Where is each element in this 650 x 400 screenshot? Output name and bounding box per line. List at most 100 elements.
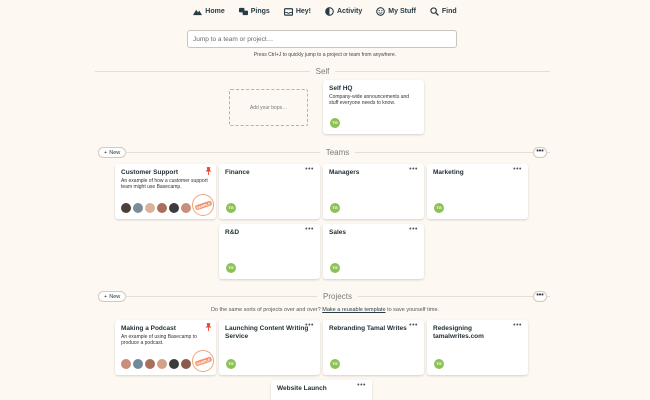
card-title: Managers	[329, 169, 360, 176]
team-card-finance[interactable]: Finance ••• TG	[219, 164, 320, 219]
project-card-website-launch[interactable]: Website Launch •••	[271, 380, 372, 400]
avatar: TG	[434, 359, 444, 369]
card-title: Launching Content Writing Service	[225, 325, 309, 340]
projects-divider: Projects	[95, 291, 550, 301]
avatar	[121, 359, 131, 369]
card-title: Rebranding Tamal Writes	[329, 325, 407, 332]
avatar: TG	[226, 359, 236, 369]
top-nav: Home Pings Hey! Activity My Stuff Find	[0, 4, 650, 18]
card-description: An example of how a customer support tea…	[121, 178, 208, 191]
team-card-managers[interactable]: Managers ••• TG	[323, 164, 424, 219]
more-icon: •••	[536, 148, 544, 155]
avatar: TG	[330, 263, 340, 273]
sample-label: SAMPLE	[194, 356, 212, 366]
project-card-redesigning[interactable]: Redesigning tamalwrites.com ••• TG	[427, 320, 528, 375]
team-card-marketing[interactable]: Marketing ••• TG	[427, 164, 528, 219]
pin-icon[interactable]	[205, 167, 212, 175]
card-title: Redesigning tamalwrites.com	[433, 325, 484, 340]
project-card-making-a-podcast[interactable]: Making a Podcast An example of using Bas…	[115, 320, 216, 375]
projects-heading: Projects	[323, 291, 352, 301]
nav-home[interactable]: Home	[193, 4, 225, 18]
jump-hint: Press Ctrl+J to quickly jump to a projec…	[253, 52, 397, 58]
avatar	[145, 359, 155, 369]
hey-inbox-icon	[283, 7, 293, 16]
project-card-rebranding[interactable]: Rebranding Tamal Writes ••• TG	[323, 320, 424, 375]
self-hq-card[interactable]: Self HQ Company-wide announcements and s…	[323, 80, 424, 134]
card-title: R&D	[225, 229, 240, 236]
card-menu-icon[interactable]: •••	[357, 382, 366, 389]
self-heading: Self	[315, 66, 330, 76]
avatar	[157, 203, 167, 213]
teams-heading: Teams	[325, 147, 350, 157]
nav-activity-label: Activity	[337, 7, 363, 15]
card-menu-icon[interactable]: •••	[305, 226, 314, 233]
half-circle-icon	[325, 6, 334, 16]
card-menu-icon[interactable]: •••	[409, 226, 418, 233]
card-title: Finance	[225, 169, 250, 176]
card-title: Customer Support	[121, 169, 179, 176]
template-hint: Do the same sorts of projects over and o…	[0, 307, 650, 313]
sample-label: SAMPLE	[194, 200, 212, 210]
nav-home-label: Home	[205, 7, 225, 15]
add-bops-text: Add your bops…	[249, 104, 288, 111]
project-members	[121, 359, 191, 369]
card-title: Making a Podcast	[121, 325, 176, 332]
chat-bubbles-icon	[238, 7, 248, 15]
card-menu-icon[interactable]: •••	[513, 166, 522, 173]
team-members	[121, 203, 191, 213]
card-title: Self HQ	[329, 85, 353, 92]
teams-more-button[interactable]: •••	[533, 147, 547, 158]
nav-activity[interactable]: Activity	[325, 4, 362, 18]
pin-icon[interactable]	[205, 323, 212, 331]
avatar: TG	[434, 203, 444, 213]
mountain-icon	[193, 9, 203, 15]
sample-badge: SAMPLE	[192, 194, 214, 216]
jump-search-input[interactable]	[187, 30, 457, 48]
sample-badge: SAMPLE	[192, 350, 214, 372]
team-card-rnd[interactable]: R&D ••• TG	[219, 224, 320, 279]
nav-my-stuff-label: My Stuff	[388, 7, 416, 15]
avatar: TG	[330, 359, 340, 369]
card-menu-icon[interactable]: •••	[409, 322, 418, 329]
team-card-customer-support[interactable]: Customer Support An example of how a cus…	[115, 164, 216, 219]
card-title: Sales	[329, 229, 346, 236]
self-divider: Self	[95, 66, 551, 76]
avatar	[169, 203, 179, 213]
avatar: TG	[330, 118, 340, 128]
nav-hey-label: Hey!	[295, 7, 311, 15]
card-title: Marketing	[433, 169, 464, 176]
template-text-after: to save yourself time.	[387, 307, 440, 313]
card-description: An example of using Basecamp to produce …	[121, 334, 197, 347]
teams-divider: Teams	[95, 147, 550, 157]
nav-find-label: Find	[441, 7, 457, 15]
smiley-icon	[376, 6, 386, 16]
card-description: Company-wide announcements and stuff eve…	[329, 94, 410, 107]
add-bops-placeholder[interactable]: Add your bops…	[229, 89, 308, 126]
avatar	[145, 203, 155, 213]
nav-pings[interactable]: Pings	[238, 4, 270, 18]
card-menu-icon[interactable]: •••	[305, 322, 314, 329]
avatar: TG	[226, 263, 236, 273]
magnifier-icon	[430, 6, 439, 16]
make-template-link[interactable]: Make a reusable template	[322, 307, 385, 313]
nav-find[interactable]: Find	[430, 4, 457, 18]
projects-more-button[interactable]: •••	[533, 291, 547, 302]
team-card-sales[interactable]: Sales ••• TG	[323, 224, 424, 279]
avatar	[133, 203, 143, 213]
more-icon: •••	[536, 292, 544, 299]
card-menu-icon[interactable]: •••	[409, 166, 418, 173]
avatar	[181, 359, 191, 369]
avatar	[133, 359, 143, 369]
card-menu-icon[interactable]: •••	[513, 322, 522, 329]
nav-my-stuff[interactable]: My Stuff	[376, 4, 416, 18]
avatar	[169, 359, 179, 369]
project-card-launching-content[interactable]: Launching Content Writing Service ••• TG	[219, 320, 320, 375]
nav-hey[interactable]: Hey!	[283, 4, 311, 18]
avatar	[121, 203, 131, 213]
avatar	[181, 203, 191, 213]
card-menu-icon[interactable]: •••	[305, 166, 314, 173]
avatar	[157, 359, 167, 369]
nav-pings-label: Pings	[250, 7, 270, 15]
avatar: TG	[330, 203, 340, 213]
card-title: Website Launch	[277, 385, 327, 392]
